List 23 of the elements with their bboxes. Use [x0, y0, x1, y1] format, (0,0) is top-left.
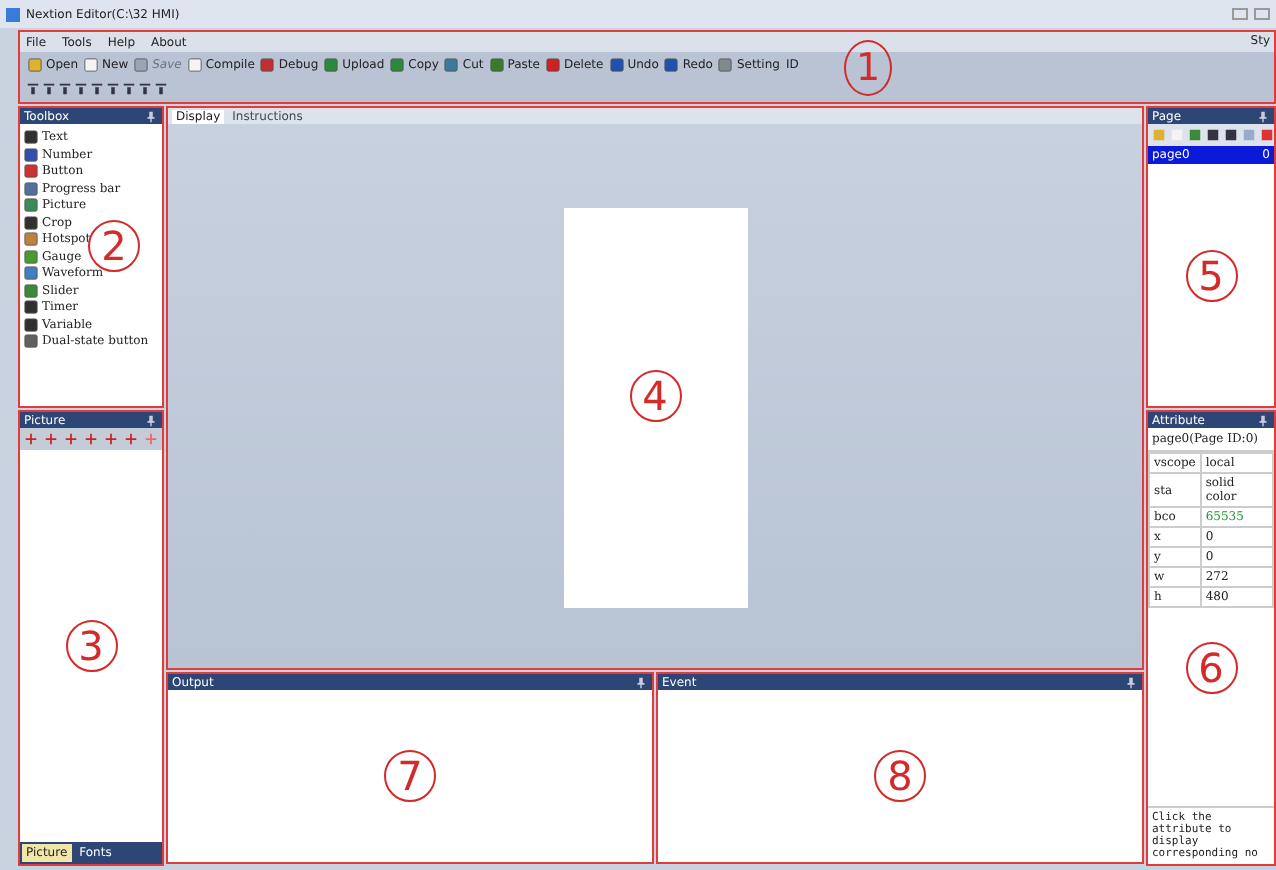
pin-icon[interactable]	[1256, 413, 1270, 427]
align-icon[interactable]	[106, 81, 120, 95]
align-icon[interactable]	[58, 81, 72, 95]
pin-icon[interactable]	[1124, 675, 1138, 689]
app-icon	[6, 7, 20, 21]
callout-number: 8	[874, 750, 926, 802]
align-icon[interactable]	[26, 81, 40, 95]
align-icon[interactable]	[138, 81, 152, 95]
callout-number: 3	[65, 620, 117, 672]
align-icon[interactable]	[122, 81, 136, 95]
pin-icon[interactable]	[144, 413, 158, 427]
callout-number: 7	[384, 750, 436, 802]
align-icon[interactable]	[74, 81, 88, 95]
align-icon[interactable]	[42, 81, 56, 95]
callout-number: 5	[1185, 250, 1237, 302]
pin-icon[interactable]	[144, 109, 158, 123]
align-icon[interactable]	[154, 81, 168, 95]
callout-number: 6	[1185, 642, 1237, 694]
pin-icon[interactable]	[634, 675, 648, 689]
callout-number: 4	[629, 370, 681, 422]
pin-icon[interactable]	[1256, 109, 1270, 123]
align-icon[interactable]	[90, 81, 104, 95]
callout-number: 1	[844, 40, 892, 96]
